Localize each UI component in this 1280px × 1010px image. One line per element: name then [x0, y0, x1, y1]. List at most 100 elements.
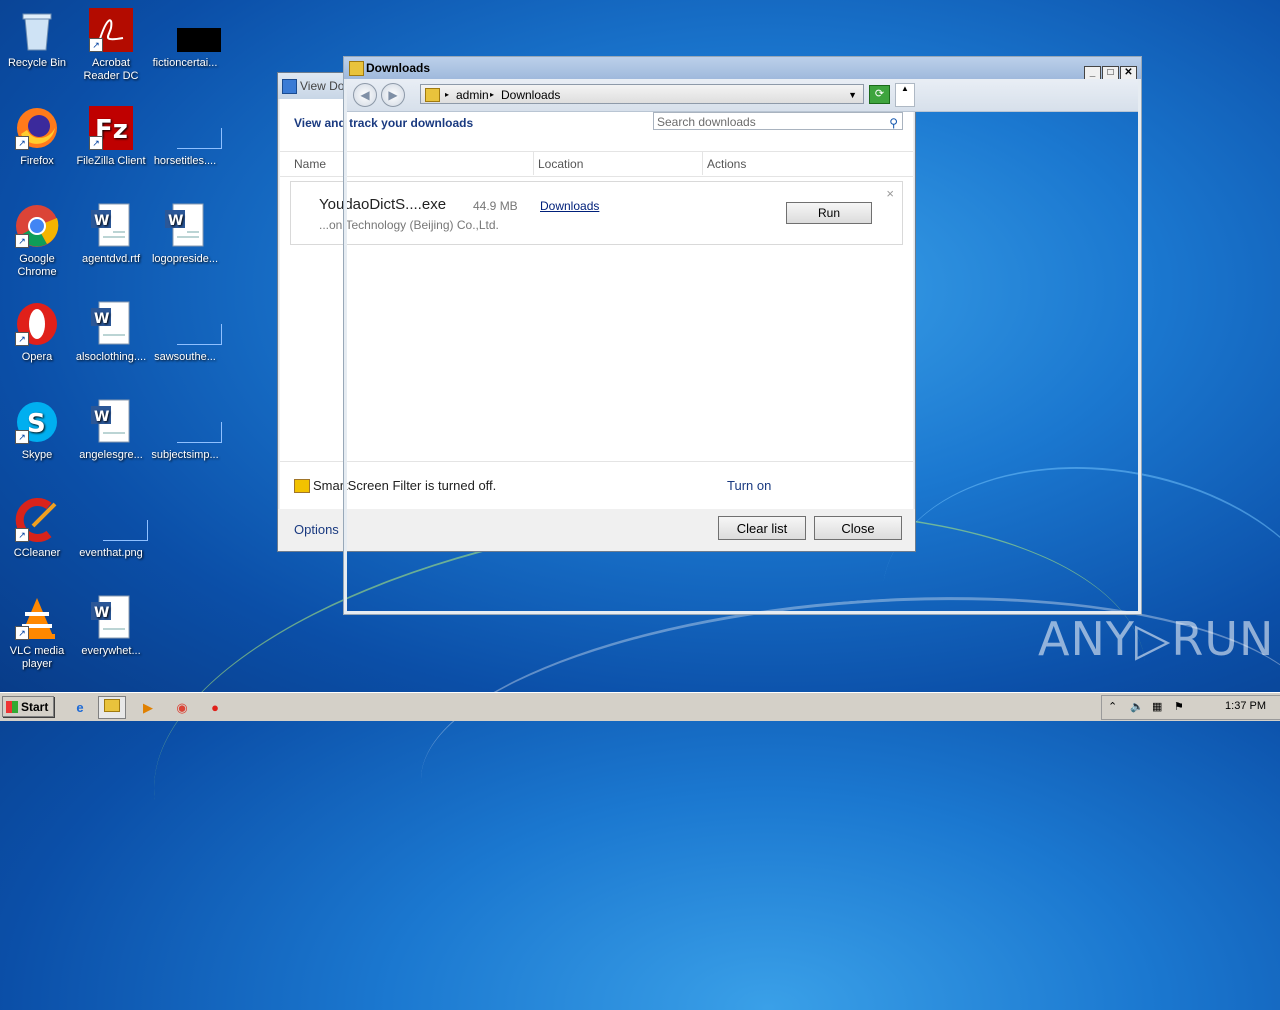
ccleaner-icon: ↗	[13, 496, 61, 544]
opera-taskbar-icon[interactable]: ●	[201, 696, 229, 719]
firefox-icon: ↗	[13, 104, 61, 152]
start-label: Start	[21, 700, 49, 714]
shortcut-arrow-icon: ↗	[15, 136, 29, 150]
desktop-icon-label: subjectsimp...	[151, 449, 219, 461]
desktop-icon-firefox[interactable]: ↗ Firefox	[0, 104, 74, 168]
desktop-icon-label: agentdvd.rtf	[81, 253, 141, 265]
shortcut-arrow-icon: ↗	[15, 234, 29, 248]
recycle-bin-icon	[13, 6, 61, 54]
svg-text:W: W	[94, 311, 109, 327]
desktop-icon-horsetitles[interactable]: horsetitles....	[148, 104, 222, 168]
desktop-icon-skype[interactable]: S ↗ Skype	[0, 398, 74, 462]
desktop-icon-angelesgre[interactable]: W angelesgre...	[74, 398, 148, 462]
folder-icon	[349, 61, 364, 76]
desktop-icon-label: Recycle Bin	[7, 57, 67, 69]
desktop-icon-label: VLC media player	[9, 645, 65, 670]
file-icon	[161, 104, 222, 152]
desktop-icon-acrobat[interactable]: ↗ Acrobat Reader DC	[74, 6, 148, 83]
breadcrumb-chevron-icon[interactable]: ▸	[490, 85, 494, 105]
explorer-downloads-window: Downloads _ □ ✕ ◀ ▶ ▸ admin ▸ Downloads ▼ …	[343, 56, 1142, 615]
desktop-icon-label: alsoclothing....	[75, 351, 147, 363]
back-button[interactable]: ◀	[353, 83, 377, 107]
desktop-icon-everywhet[interactable]: W everywhet...	[74, 594, 148, 658]
shortcut-arrow-icon: ↗	[89, 136, 103, 150]
action-center-flag-icon[interactable]: ⚑	[1174, 700, 1184, 713]
desktop-icon-label: Acrobat Reader DC	[83, 57, 139, 82]
chrome-icon: ↗	[13, 202, 61, 250]
svg-text:W: W	[94, 409, 109, 425]
refresh-icon[interactable]: ⟳	[869, 85, 890, 104]
shortcut-arrow-icon: ↗	[15, 528, 29, 542]
vlc-icon: ↗	[13, 594, 61, 642]
svg-text:W: W	[94, 213, 109, 229]
clock[interactable]: 1:37 PM	[1225, 700, 1266, 712]
desktop-icon-label: horsetitles....	[153, 155, 217, 167]
address-bar[interactable]: ▸ admin ▸ Downloads ▼	[420, 84, 864, 104]
taskbar: Start e ▶ ◉ ● ⌃ 🔈 ▦ ⚑ 1:37 PM	[0, 692, 1280, 721]
window-title: Downloads	[366, 61, 431, 75]
folder-icon	[425, 88, 440, 102]
explorer-taskbar-icon[interactable]	[98, 696, 126, 719]
breadcrumb-downloads[interactable]: Downloads	[501, 85, 560, 105]
desktop-icon-fictioncertai[interactable]: fictioncertai...	[148, 6, 222, 70]
breadcrumb-chevron-icon[interactable]: ▸	[445, 85, 449, 105]
desktop-icon-vlc[interactable]: ↗ VLC media player	[0, 594, 74, 671]
volume-icon[interactable]: 🔈	[1130, 700, 1144, 713]
desktop-icon-label: logopreside...	[151, 253, 219, 265]
desktop-icon-label: sawsouthe...	[154, 351, 216, 363]
desktop-icon-label: Firefox	[20, 155, 54, 167]
show-hidden-icons-icon[interactable]: ⌃	[1108, 700, 1117, 713]
options-link[interactable]: Options	[294, 522, 339, 537]
word-document-icon: W	[87, 594, 135, 642]
desktop-icon-label: fictioncertai...	[152, 57, 218, 69]
desktop-icon-sawsouthe[interactable]: sawsouthe...	[148, 300, 222, 364]
desktop-icon-label: FileZilla Client	[76, 155, 146, 167]
desktop-icon-label: Opera	[21, 351, 53, 363]
word-document-icon: W	[161, 202, 209, 250]
svg-text:W: W	[94, 605, 109, 621]
breadcrumb-admin[interactable]: admin	[456, 85, 489, 105]
desktop-icon-logopreside[interactable]: W logopreside...	[148, 202, 222, 266]
shortcut-arrow-icon: ↗	[15, 332, 29, 346]
word-document-icon: W	[87, 300, 135, 348]
file-icon	[161, 398, 222, 446]
desktop-icon-alsoclothing[interactable]: W alsoclothing....	[74, 300, 148, 364]
desktop-icon-subjectsimp[interactable]: subjectsimp...	[148, 398, 222, 462]
desktop-icon-label: everywhet...	[81, 645, 141, 657]
explorer-titlebar[interactable]: Downloads _ □ ✕	[344, 57, 1141, 81]
anyrun-watermark: ANY▷RUN	[1038, 612, 1275, 666]
skype-icon: S ↗	[13, 398, 61, 446]
acrobat-icon: ↗	[87, 6, 135, 54]
desktop-icon-chrome[interactable]: ↗ Google Chrome	[0, 202, 74, 279]
desktop-icon-label: eventhat.png	[79, 547, 143, 559]
desktop-icon-label: Google Chrome	[17, 253, 57, 278]
opera-icon: ↗	[13, 300, 61, 348]
shortcut-arrow-icon: ↗	[15, 430, 29, 444]
word-document-icon: W	[87, 202, 135, 250]
search-box-stub[interactable]: ▲	[895, 83, 915, 107]
forward-button[interactable]: ▶	[381, 83, 405, 107]
desktop-icon-recycle-bin[interactable]: Recycle Bin	[0, 6, 74, 70]
network-icon[interactable]: ▦	[1152, 700, 1162, 713]
start-button[interactable]: Start	[2, 696, 54, 717]
column-name[interactable]: Name	[294, 157, 326, 171]
desktop-icon-opera[interactable]: ↗ Opera	[0, 300, 74, 364]
windows-logo-icon	[6, 701, 18, 713]
ie-downloads-icon	[282, 79, 297, 94]
media-player-taskbar-icon[interactable]: ▶	[134, 696, 162, 719]
address-dropdown-icon[interactable]: ▼	[848, 85, 857, 105]
ie-taskbar-icon[interactable]: e	[66, 696, 94, 719]
desktop-icon-eventhat[interactable]: eventhat.png	[74, 496, 148, 560]
desktop-icon-filezilla[interactable]: Fz ↗ FileZilla Client	[74, 104, 148, 168]
word-document-icon: W	[87, 398, 135, 446]
desktop-icon-label: Skype	[21, 449, 53, 461]
shortcut-arrow-icon: ↗	[15, 626, 29, 640]
chrome-taskbar-icon[interactable]: ◉	[168, 696, 196, 719]
file-icon	[161, 6, 221, 54]
shortcut-arrow-icon: ↗	[89, 38, 103, 52]
svg-text:W: W	[168, 213, 183, 229]
warning-shield-icon	[294, 479, 310, 493]
desktop-icon-ccleaner[interactable]: ↗ CCleaner	[0, 496, 74, 560]
window-title: View Do	[300, 79, 345, 93]
desktop-icon-agentdvd[interactable]: W agentdvd.rtf	[74, 202, 148, 266]
